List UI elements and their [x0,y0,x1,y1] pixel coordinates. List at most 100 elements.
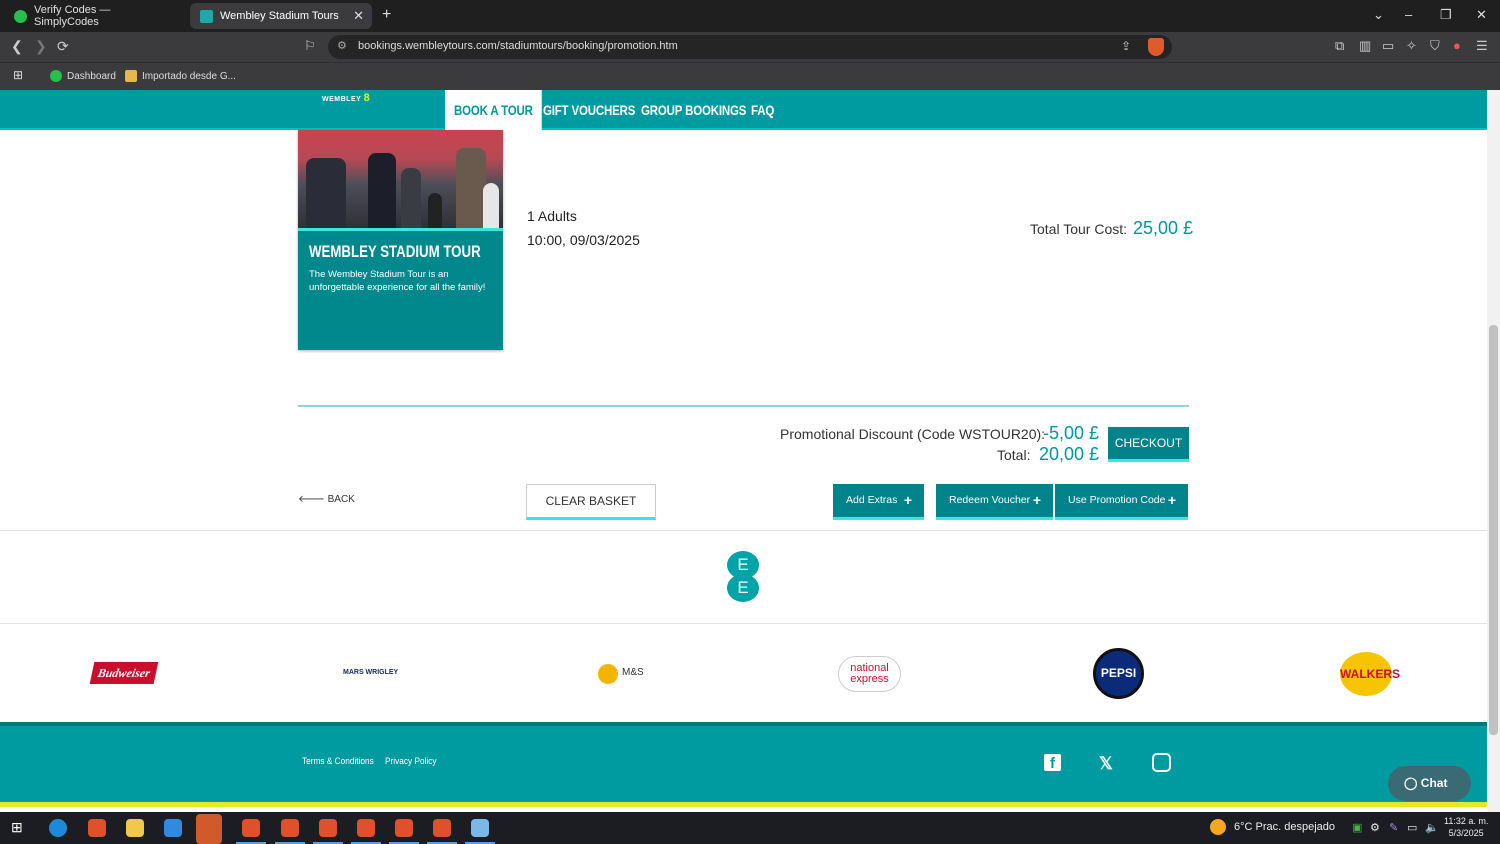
brave-window-icon[interactable] [281,819,299,837]
facebook-icon[interactable]: f [1044,754,1061,772]
tab-title: Wembley Stadium Tours [220,10,339,22]
checkout-button[interactable]: CHECKOUT [1108,427,1189,462]
extensions-icon[interactable]: ⧉ [1335,38,1344,54]
clock-date: 5/3/2025 [1448,828,1484,838]
web-page: WEMBLEY 8 BOOK A TOUR GIFT VOUCHERS GROU… [0,90,1487,812]
chat-label: Chat [1420,776,1448,790]
bookmark-icon[interactable]: ⚐ [304,38,316,54]
terms-link[interactable]: Terms & Conditions [302,756,374,766]
close-window-button[interactable]: ✕ [1476,7,1487,23]
nav-group-bookings[interactable]: GROUP BOOKINGS [641,102,746,118]
nav-gift-vouchers[interactable]: GIFT VOUCHERS [543,102,635,118]
button-label: Add Extras [846,494,898,506]
reload-icon[interactable]: ⟳ [57,38,69,55]
add-extras-button[interactable]: Add Extras + [833,484,924,520]
menu-icon[interactable]: ☰ [1476,38,1488,54]
bookmark-dashboard[interactable]: Dashboard [50,70,116,82]
sponsor-ms[interactable]: M&S [622,667,644,678]
page-scrollbar[interactable] [1487,90,1500,812]
privacy-link[interactable]: Privacy Policy [385,756,437,766]
sidebar-icon[interactable]: ▥ [1359,38,1371,54]
tab-title: Verify Codes — SimplyCodes [34,4,111,28]
back-arrow-icon[interactable]: ❮ [11,38,23,55]
url-text: bookings.wembleytours.com/stadiumtours/b… [358,40,678,52]
tour-card: WEMBLEY STADIUM TOUR The Wembley Stadium… [298,130,503,350]
brave-window-icon[interactable] [433,819,451,837]
brave-window-icon[interactable] [319,819,337,837]
file-explorer-icon[interactable] [126,819,144,837]
forward-arrow-icon[interactable]: ❯ [35,38,47,55]
tab-wembley[interactable]: Wembley Stadium Tours ✕ [190,3,372,29]
simplycodes-icon [14,9,27,23]
network-icon[interactable]: ▭ [1407,821,1417,834]
clock[interactable]: 11:32 a. m. 5/3/2025 [1444,815,1488,839]
volume-icon[interactable]: 🔈 [1425,821,1439,834]
redeem-voucher-button[interactable]: Redeem Voucher + [936,484,1053,520]
tour-description: The Wembley Stadium Tour is an unforgett… [309,269,486,293]
sponsor-pepsi[interactable]: PEPSI [1093,648,1144,699]
sponsor-walkers[interactable]: WALKERS [1340,652,1400,696]
tray-pen-icon[interactable]: ✎ [1389,821,1398,834]
tab-search-icon[interactable]: ⌄ [1373,7,1384,23]
site-navigation: WEMBLEY 8 BOOK A TOUR GIFT VOUCHERS GROU… [0,90,1487,130]
total-label: Total: [997,447,1031,463]
nav-faq[interactable]: FAQ [751,102,774,118]
vpn-icon[interactable]: ⛉ [1430,38,1440,54]
nav-book-a-tour[interactable]: BOOK A TOUR [445,90,542,130]
use-promotion-code-button[interactable]: Use Promotion Code + [1055,484,1188,520]
leo-ai-icon[interactable]: ✧ [1406,38,1417,54]
brave-shield-icon[interactable] [1148,38,1164,56]
close-tab-icon[interactable]: ✕ [353,8,364,24]
back-link[interactable]: 🡐 BACK [298,493,355,505]
ee-logo-bottom[interactable]: E [727,574,759,602]
tour-datetime: 10:00, 09/03/2025 [527,232,640,248]
windows-start-icon[interactable]: ⊞ [11,819,29,837]
section-divider [0,623,1487,624]
bookmark-imported-folder[interactable]: Importado desde G... [125,70,236,82]
plus-icon: + [903,492,912,508]
wembley-logo[interactable]: WEMBLEY 8 [322,92,370,104]
bookmark-label: Importado desde G... [142,70,236,82]
button-label: Redeem Voucher [949,494,1031,506]
browser-tab-bar: Verify Codes — SimplyCodes Wembley Stadi… [0,0,1500,32]
total-tour-cost-value: 25,00 £ [1133,218,1194,238]
brave-icon[interactable] [88,819,106,837]
site-settings-icon[interactable]: ⚙ [337,39,347,52]
chat-button[interactable]: ◯ Chat [1388,766,1471,801]
scrollbar-thumb[interactable] [1489,325,1498,735]
section-divider [0,530,1487,531]
tray-app-icon[interactable]: ▣ [1352,821,1362,834]
minimize-button[interactable]: – [1405,7,1412,22]
address-bar[interactable]: ⚙ bookings.wembleytours.com/stadiumtours… [328,35,1172,59]
apps-grid-icon[interactable]: ⊞ [13,68,23,82]
edge-icon[interactable] [49,819,67,837]
browser-toolbar: ❮ ❯ ⟳ ⚐ ⚙ bookings.wembleytours.com/stad… [0,32,1500,62]
brave-window-icon[interactable] [242,819,260,837]
app-window-icon[interactable] [471,819,489,837]
tab-verify-codes[interactable]: Verify Codes — SimplyCodes [4,3,184,29]
bookmarks-bar: ⊞ Dashboard Importado desde G... [0,62,1500,90]
instagram-icon[interactable] [1152,753,1171,772]
divider [298,405,1189,407]
brave-window-icon[interactable] [395,819,413,837]
sponsor-mars-wrigley[interactable]: MARS WRIGLEY [343,669,398,676]
extension-icon[interactable]: ● [1453,38,1461,53]
new-tab-button[interactable]: + [382,6,391,24]
share-icon[interactable]: ⇪ [1121,39,1131,53]
sponsor-budweiser[interactable]: Budweiser [89,662,159,684]
sponsor-national-express[interactable]: national express [838,656,901,692]
folder-icon [125,70,137,82]
weather-text[interactable]: 6°C Prac. despejado [1234,821,1335,833]
app-icon[interactable] [196,814,222,844]
x-icon[interactable]: 𝕏 [1099,754,1113,774]
wallet-icon[interactable]: ▭ [1382,38,1394,54]
chat-bubble-icon: ◯ [1404,776,1418,790]
dashboard-icon [50,70,62,82]
maximize-button[interactable]: ❐ [1440,7,1452,23]
tray-icon[interactable]: ⚙ [1370,821,1380,834]
brave-window-icon[interactable] [357,819,375,837]
weather-icon[interactable] [1210,819,1226,835]
total-value: 20,00 £ [1039,444,1100,464]
store-icon[interactable] [164,819,182,837]
clear-basket-button[interactable]: CLEAR BASKET [526,484,656,520]
